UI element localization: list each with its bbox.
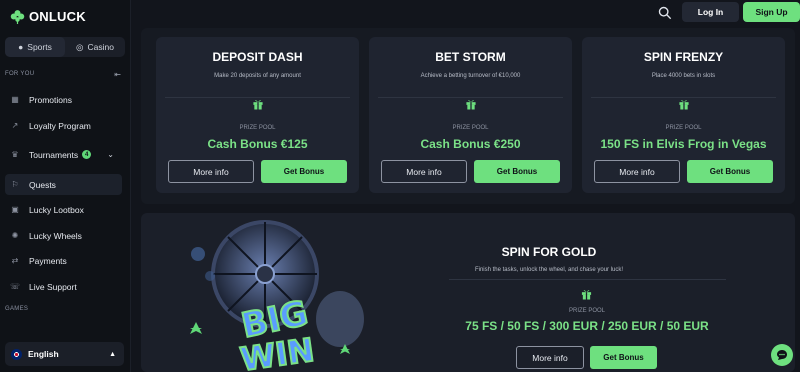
prize-pool-label: PRIZE POOL — [239, 125, 276, 131]
sidebar-item-label: Payments — [29, 255, 67, 266]
feature-description: Finish the tasks, unlock the wheel, and … — [474, 267, 624, 273]
sidebar-item-quests[interactable]: ⚐ Quests — [5, 174, 122, 195]
lootbox-icon: ▣ — [11, 205, 19, 214]
sidebar-item-lucky-lootbox[interactable]: ▣ Lucky Lootbox — [5, 199, 122, 220]
brand-logo[interactable]: ONLUCK — [10, 9, 86, 24]
sidebar-item-label: Lucky Lootbox — [29, 204, 84, 215]
more-info-button[interactable]: More info — [168, 160, 254, 183]
sidebar-item-payments[interactable]: ⇄ Payments — [5, 250, 122, 271]
more-info-button[interactable]: More info — [516, 346, 584, 369]
get-bonus-button[interactable]: Get Bonus — [474, 160, 560, 183]
sidebar-item-promotions[interactable]: ▦ Promotions — [5, 89, 122, 110]
wheel-icon: ✺ — [11, 231, 19, 240]
quests-icon: ⚐ — [11, 180, 19, 189]
chevron-down-icon[interactable]: ⌄ — [107, 150, 114, 159]
chevron-up-icon: ▲ — [109, 350, 116, 358]
clover-icon — [10, 10, 25, 24]
get-bonus-button[interactable]: Get Bonus — [261, 160, 347, 183]
quest-card-bet-storm: BET STORM Achieve a betting turnover of … — [369, 37, 572, 193]
prize-pool-value: 150 FS in Elvis Frog in Vegas — [600, 137, 767, 151]
sidebar-item-label: Tournaments — [29, 149, 79, 160]
ball-icon: ● — [18, 42, 24, 52]
chat-icon — [777, 350, 787, 360]
get-bonus-button[interactable]: Get Bonus — [687, 160, 773, 183]
feature-title: SPIN FOR GOLD — [501, 245, 597, 259]
section-games: GAMES — [5, 306, 29, 312]
sidebar-item-label: Live Support — [29, 281, 77, 292]
more-info-button[interactable]: More info — [594, 160, 680, 183]
sports-tab[interactable]: ● Sports — [5, 37, 65, 57]
quest-card-spin-frenzy: SPIN FRENZY Place 4000 bets in slots PRI… — [582, 37, 785, 193]
gift-icon — [465, 100, 476, 110]
big-win-wheel-illustration: BIG WIN — [190, 220, 364, 372]
get-bonus-button[interactable]: Get Bonus — [590, 346, 657, 369]
sidebar-item-loyalty-program[interactable]: ↗ Loyalty Program — [5, 115, 122, 136]
quest-description: Make 20 deposits of any amount — [214, 73, 301, 79]
prize-pool-label: PRIZE POOL — [452, 125, 489, 131]
casino-tab-label: Casino — [87, 42, 114, 52]
support-icon: ☏ — [9, 282, 20, 291]
chip-icon: ◎ — [76, 41, 84, 52]
payments-icon: ⇄ — [11, 256, 19, 265]
promotions-icon: ▦ — [11, 95, 19, 104]
login-button[interactable]: Log In — [682, 2, 739, 22]
mode-switch: ● Sports ◎ Casino — [5, 37, 125, 57]
sidebar-item-label: Promotions — [29, 94, 72, 105]
app-root: ONLUCK ● Sports ◎ Casino FOR YOU ⇤ ▦ Pro… — [0, 0, 800, 372]
sidebar-item-label: Lucky Wheels — [29, 230, 82, 241]
prize-pool-value: Cash Bonus €250 — [420, 137, 521, 151]
divider — [449, 279, 726, 280]
quest-description: Place 4000 bets in slots — [651, 73, 716, 79]
prize-pool-label: PRIZE POOL — [665, 125, 702, 131]
collapse-sidebar-icon[interactable]: ⇤ — [114, 70, 121, 79]
quest-title: BET STORM — [435, 50, 506, 64]
brand-name: ONLUCK — [29, 9, 86, 24]
gift-icon — [678, 100, 689, 110]
trophy-icon: ♛ — [11, 150, 19, 159]
quest-description: Achieve a betting turnover of €10,000 — [420, 73, 521, 79]
language-selector[interactable]: English ▲ — [5, 342, 124, 366]
uk-flag-icon — [11, 348, 22, 360]
quest-title: SPIN FRENZY — [643, 50, 724, 64]
chat-button[interactable] — [771, 344, 793, 366]
section-for-you: FOR YOU — [5, 71, 35, 77]
sidebar-item-label: Quests — [29, 179, 56, 190]
top-bar: Log In Sign Up — [131, 0, 800, 28]
sidebar-item-tournaments[interactable]: ♛ Tournaments 4 ⌄ — [5, 144, 122, 165]
search-icon[interactable] — [658, 6, 672, 20]
tournaments-count-badge: 4 — [82, 150, 92, 159]
signup-button[interactable]: Sign Up — [743, 2, 800, 22]
sidebar: ONLUCK ● Sports ◎ Casino FOR YOU ⇤ ▦ Pro… — [0, 0, 131, 372]
sidebar-item-lucky-wheels[interactable]: ✺ Lucky Wheels — [5, 225, 122, 246]
sidebar-item-label: Loyalty Program — [29, 120, 91, 131]
more-info-button[interactable]: More info — [381, 160, 467, 183]
sidebar-item-live-support[interactable]: ☏ Live Support — [5, 276, 122, 297]
gift-icon — [252, 100, 263, 110]
quest-title: DEPOSIT DASH — [212, 50, 303, 64]
quest-card-deposit-dash: DEPOSIT DASH Make 20 deposits of any amo… — [156, 37, 359, 193]
loyalty-icon: ↗ — [11, 121, 19, 130]
prize-pool-value: Cash Bonus €125 — [207, 137, 308, 151]
prize-pool-value: 75 FS / 50 FS / 300 EUR / 250 EUR / 50 E… — [465, 319, 709, 333]
gift-icon — [581, 290, 592, 300]
language-label: English — [28, 349, 59, 359]
prize-pool-label: PRIZE POOL — [568, 308, 605, 314]
sports-tab-label: Sports — [27, 42, 52, 52]
casino-tab[interactable]: ◎ Casino — [65, 37, 125, 57]
